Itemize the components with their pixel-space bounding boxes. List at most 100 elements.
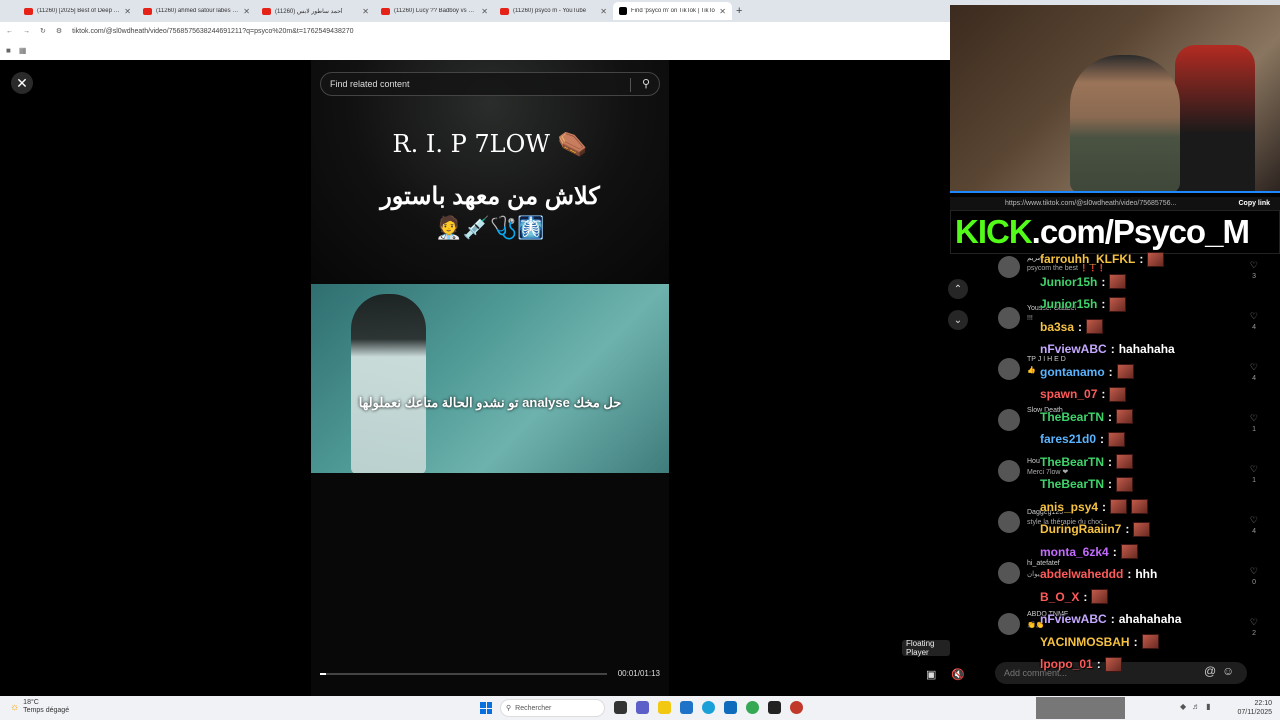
avatar[interactable] [998, 256, 1020, 278]
chat-username[interactable]: spawn_07 [1040, 387, 1097, 401]
chat-username[interactable]: TheBearTN [1040, 477, 1104, 491]
chat-separator: : [1127, 567, 1132, 581]
avatar[interactable] [998, 358, 1020, 380]
next-video-button[interactable]: ⌄ [948, 310, 968, 330]
bookmark-icon[interactable]: ■ [6, 46, 11, 55]
store-icon[interactable] [680, 701, 693, 714]
browser-tab[interactable]: (11260) [2025] Best of Deep Ho ✕ [18, 2, 137, 20]
search-icon[interactable]: ⚲ [642, 77, 650, 90]
chat-username[interactable]: ba3sa [1040, 320, 1074, 334]
url-text[interactable]: tiktok.com/@sl0wdheath/video/75685756382… [72, 28, 353, 35]
forward-icon[interactable]: → [23, 28, 30, 35]
chat-username[interactable]: anis_psy4 [1040, 500, 1098, 514]
new-tab-button[interactable]: + [736, 5, 742, 17]
clock[interactable]: 22:10 07/11/2025 [1237, 699, 1272, 717]
search-input[interactable]: Find related content ⚲ [320, 72, 660, 96]
avatar[interactable] [998, 613, 1020, 635]
chat-username[interactable]: TheBearTN [1040, 410, 1104, 424]
chat-message: nFviewABC: ahahahaha [1040, 610, 1181, 628]
chat-username[interactable]: YACINMOSBAH [1040, 635, 1130, 649]
network-icon[interactable]: ◆ [1180, 702, 1186, 711]
tab-close-icon[interactable]: ✕ [600, 7, 607, 16]
close-button[interactable]: ✕ [11, 72, 33, 94]
site-info-icon[interactable]: ⚙ [56, 27, 62, 35]
tab-close-icon[interactable]: ✕ [719, 7, 726, 16]
avatar[interactable] [998, 511, 1020, 533]
video-time: 00:01/01:13 [617, 669, 660, 678]
chat-emote-icon [1109, 274, 1127, 289]
file-explorer-icon[interactable] [658, 701, 671, 714]
edge-icon[interactable] [702, 701, 715, 714]
volume-icon[interactable]: ♬ [1192, 702, 1200, 711]
start-icon[interactable] [480, 702, 492, 714]
chat-emote-icon [1116, 454, 1134, 469]
browser-tab[interactable]: Find 'psyco m' on TikTok | TikTo ✕ [613, 2, 732, 20]
copy-link-button[interactable]: Copy link [1238, 200, 1270, 207]
avatar[interactable] [998, 460, 1020, 482]
apps-grid-icon[interactable]: ▦ [19, 46, 27, 55]
avatar[interactable] [998, 562, 1020, 584]
chat-username[interactable]: nFviewABC [1040, 612, 1107, 626]
weather-temp: 18°C [23, 699, 39, 706]
battery-icon[interactable]: ▮ [1206, 702, 1210, 711]
chat-username[interactable]: DuringRaaiin7 [1040, 522, 1121, 536]
chat-message: nFviewABC: hahahaha [1040, 340, 1175, 358]
teams-icon[interactable] [636, 701, 649, 714]
app-icon[interactable] [768, 701, 781, 714]
reload-icon[interactable]: ↻ [40, 27, 46, 35]
chat-separator: : [1078, 319, 1083, 334]
tab-close-icon[interactable]: ✕ [124, 7, 131, 16]
chat-message: TheBearTN: [1040, 453, 1134, 471]
chat-separator: : [1139, 252, 1144, 266]
video-progress-bar[interactable] [320, 673, 607, 675]
share-link-url: https://www.tiktok.com/@sl0wdheath/video… [1005, 200, 1177, 207]
chat-separator: : [1110, 342, 1115, 356]
youtube-icon [262, 7, 271, 15]
chat-username[interactable]: Junior15h [1040, 297, 1097, 311]
chat-username[interactable]: lpopo_01 [1040, 657, 1093, 671]
chat-message: DuringRaaiin7: [1040, 520, 1151, 538]
search-divider [630, 78, 631, 92]
avatar[interactable] [998, 307, 1020, 329]
chrome-icon[interactable] [746, 701, 759, 714]
chat-emote-icon [1116, 476, 1134, 492]
video-subtitle: تو نشدو الحالة متاعك نعملولها analyse حل… [358, 395, 622, 410]
weather-icon: ☼ [10, 701, 20, 713]
chat-separator: : [1101, 274, 1106, 289]
floating-player-icon[interactable]: ▣ [926, 668, 936, 681]
browser-tab[interactable]: (11260) ahmed satour labes - A ✕ [137, 2, 256, 20]
chat-separator: : [1100, 432, 1105, 446]
chat-separator: : [1096, 657, 1101, 671]
chat-username[interactable]: B_O_X [1040, 590, 1079, 604]
previous-video-button[interactable]: ⌃ [948, 279, 968, 299]
avatar[interactable] [998, 409, 1020, 431]
chat-username[interactable]: gontanamo [1040, 365, 1105, 379]
weather-desc: Temps dégagé [23, 707, 70, 714]
tab-close-icon[interactable]: ✕ [243, 7, 250, 16]
video-player[interactable]: Find related content ⚲ R. I. P 7LOW ⚰️ ك… [311, 60, 669, 696]
chat-username[interactable]: TheBearTN [1040, 455, 1104, 469]
tiktok-icon [619, 7, 627, 15]
weather-widget[interactable]: ☼ 18°C Temps dégagé [10, 699, 69, 715]
chat-username[interactable]: farrouhh_KLFKL [1040, 252, 1135, 266]
task-view-icon[interactable] [614, 701, 627, 714]
taskbar-search[interactable]: ⚲ Rechercher [500, 699, 605, 717]
tab-close-icon[interactable]: ✕ [362, 7, 369, 16]
recorder-icon[interactable] [790, 701, 803, 714]
chat-username[interactable]: abdelwaheddd [1040, 567, 1123, 581]
mute-icon[interactable]: 🔇 [951, 668, 965, 681]
chat-separator: : [1133, 634, 1138, 649]
chat-username[interactable]: Junior15h [1040, 275, 1097, 289]
video-title-line2: كلاش من معهد باستور [380, 183, 600, 210]
browser-tab[interactable]: (11260) أحمد ساطور لابس ✕ [256, 2, 375, 20]
tab-close-icon[interactable]: ✕ [481, 7, 488, 16]
chat-message: abdelwaheddd: hhh [1040, 565, 1157, 583]
chat-username[interactable]: monta_6zk4 [1040, 545, 1109, 559]
back-icon[interactable]: ← [6, 28, 13, 35]
chat-username[interactable]: fares21d0 [1040, 432, 1096, 446]
browser-tab[interactable]: (11260) Lucy ?? Badboy vs psyc ✕ [375, 2, 494, 20]
outlook-icon[interactable] [724, 701, 737, 714]
browser-tab[interactable]: (11260) psyco m - YouTube ✕ [494, 2, 613, 20]
chat-emote-icon [1147, 251, 1165, 267]
chat-username[interactable]: nFviewABC [1040, 342, 1107, 356]
